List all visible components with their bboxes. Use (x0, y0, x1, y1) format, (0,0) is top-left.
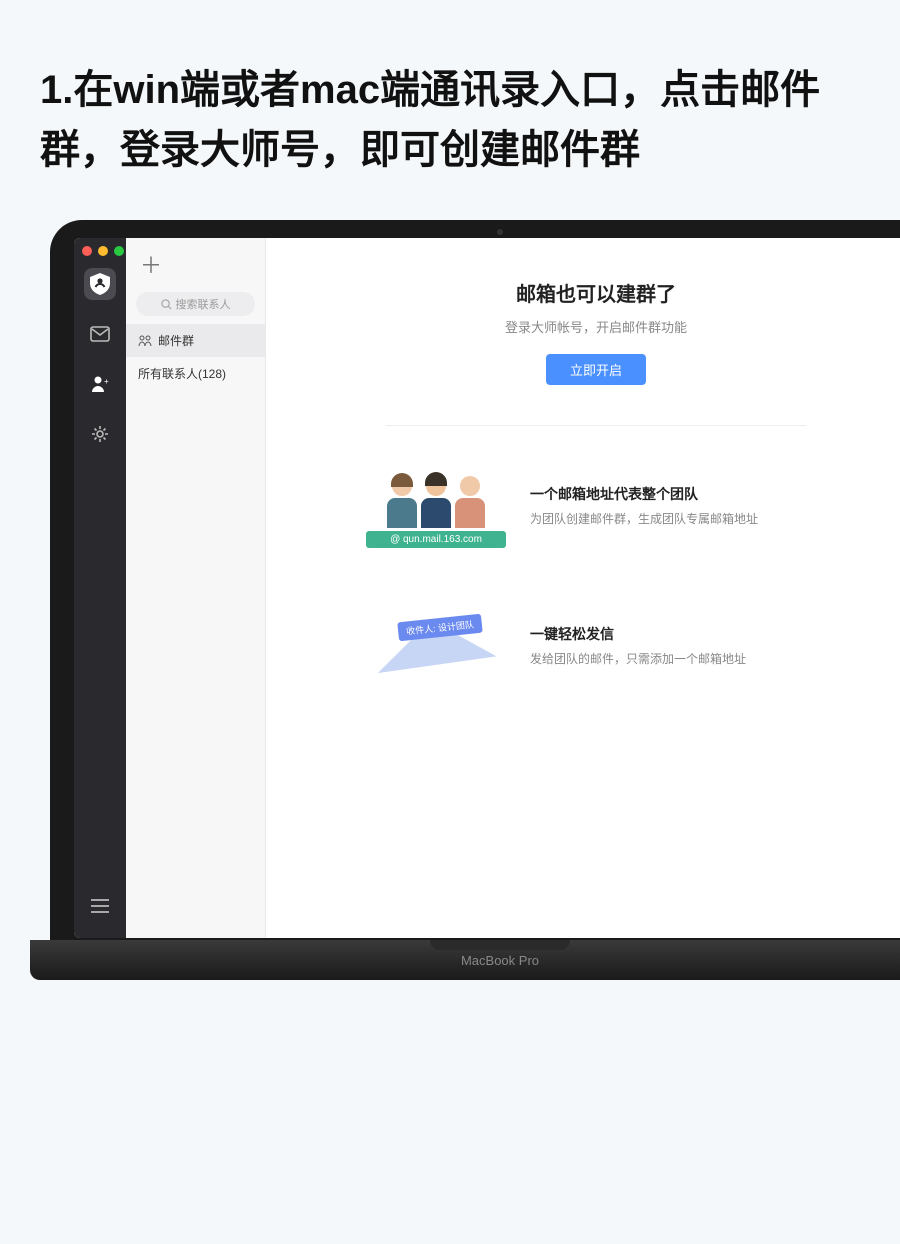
feature-1-desc: 为团队创建邮件群，生成团队专属邮箱地址 (530, 510, 758, 528)
hero-section: 邮箱也可以建群了 登录大师帐号，开启邮件群功能 立即开启 (306, 278, 886, 385)
sidebar-item-allcontacts[interactable]: 所有联系人(128) (126, 357, 265, 390)
feature-2: 收件人: 设计团队 一键轻松发信 发给团队的邮件，只需添加一个邮箱地址 (366, 596, 826, 696)
nav-rail: + (74, 238, 126, 938)
team-badge: @ qun.mail.163.com (366, 531, 506, 548)
divider (386, 425, 806, 426)
search-icon (161, 299, 172, 310)
menu-icon[interactable] (84, 890, 116, 922)
group-icon (138, 335, 152, 347)
avatar-icon[interactable] (84, 268, 116, 300)
settings-icon[interactable] (84, 418, 116, 450)
device-label: MacBook Pro (461, 953, 539, 968)
sidebar-item-label: 所有联系人(128) (138, 365, 226, 382)
team-illustration: @ qun.mail.163.com (366, 456, 506, 556)
contacts-panel: ＋ 搜索联系人 邮件群 所有联系人(128) (126, 238, 266, 938)
main-content: 邮箱也可以建群了 登录大师帐号，开启邮件群功能 立即开启 @ qun.mail.… (266, 238, 900, 938)
svg-text:+: + (104, 377, 109, 386)
page-headline: 1.在win端或者mac端通讯录入口，点击邮件群，登录大师号，即可创建邮件群 (0, 0, 900, 220)
feature-2-title: 一键轻松发信 (530, 624, 746, 644)
feature-1-title: 一个邮箱地址代表整个团队 (530, 484, 758, 504)
feature-1: @ qun.mail.163.com 一个邮箱地址代表整个团队 为团队创建邮件群… (366, 456, 826, 556)
window-controls[interactable] (74, 246, 124, 256)
search-input[interactable]: 搜索联系人 (136, 292, 255, 316)
app-window: + ＋ 搜索联系人 邮件群 (74, 238, 900, 938)
hero-subtitle: 登录大师帐号，开启邮件群功能 (306, 317, 886, 336)
feature-2-desc: 发给团队的邮件，只需添加一个邮箱地址 (530, 650, 746, 668)
add-button[interactable]: ＋ (126, 244, 265, 284)
plane-illustration: 收件人: 设计团队 (366, 596, 506, 696)
laptop-base: MacBook Pro (30, 940, 900, 980)
contacts-icon[interactable]: + (84, 368, 116, 400)
mail-icon[interactable] (84, 318, 116, 350)
sidebar-item-label: 邮件群 (158, 332, 194, 349)
laptop-mock: + ＋ 搜索联系人 邮件群 (50, 220, 900, 980)
enable-button[interactable]: 立即开启 (546, 354, 646, 385)
camera-dot (497, 229, 503, 235)
hero-title: 邮箱也可以建群了 (306, 278, 886, 307)
search-placeholder: 搜索联系人 (176, 296, 231, 312)
sidebar-item-mailgroup[interactable]: 邮件群 (126, 324, 265, 357)
